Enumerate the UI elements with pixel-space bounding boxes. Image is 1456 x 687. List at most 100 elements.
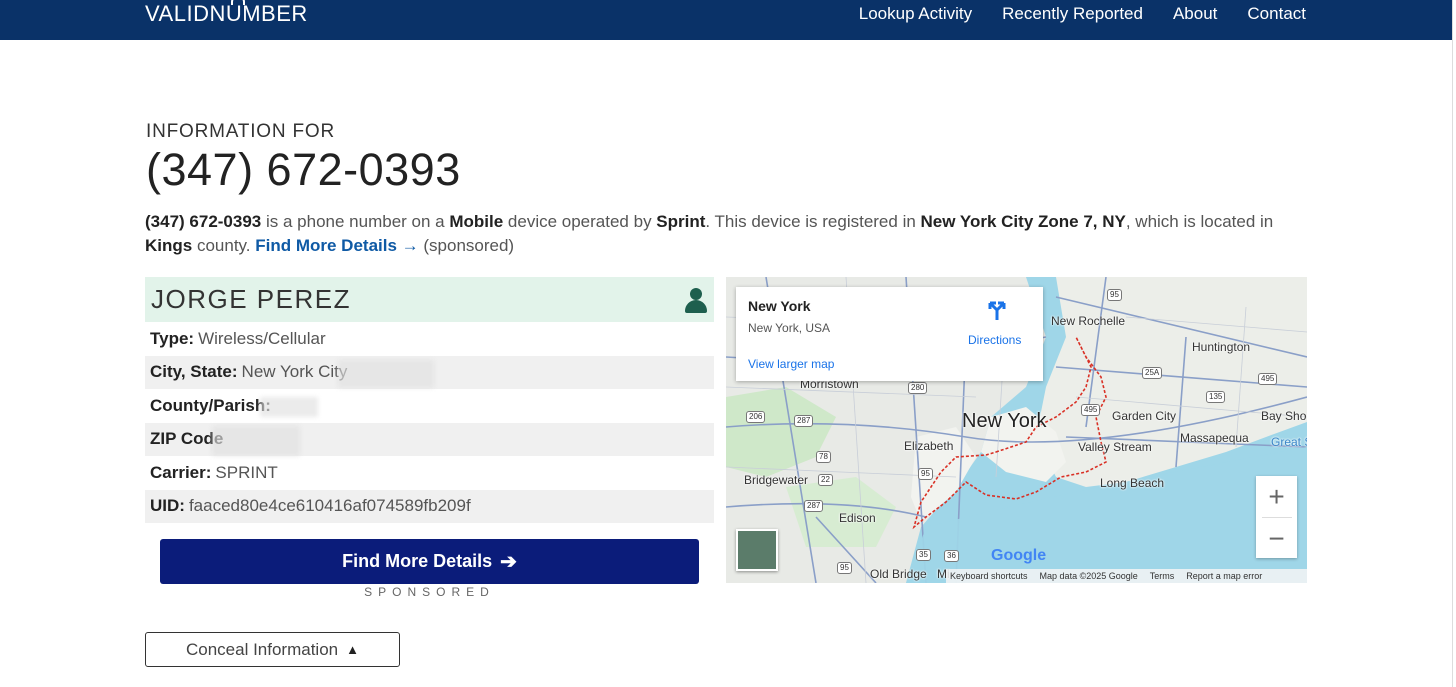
info-for-label: INFORMATION FOR: [146, 121, 335, 142]
redaction-blur: [212, 425, 300, 456]
nav-recently-reported[interactable]: Recently Reported: [1002, 4, 1143, 24]
desc-text: device operated by: [503, 212, 657, 231]
google-logo-text: Google: [991, 547, 1047, 564]
logo-ring-icon: [231, 0, 245, 5]
map-data-attribution: Map data ©2025 Google: [1039, 571, 1138, 581]
route-shield: 495: [1258, 373, 1278, 385]
route-shield: 36: [944, 550, 959, 562]
map-place-label: Bay Sho: [1261, 409, 1307, 423]
page-title-phone: (347) 672-0393: [146, 144, 461, 195]
owner-info-card: JORGE PEREZ Type: Wireless/Cellular City…: [145, 277, 714, 523]
nav-lookup-activity[interactable]: Lookup Activity: [859, 4, 972, 24]
route-shield: 287: [794, 415, 814, 427]
map-place-label: Edison: [839, 511, 876, 525]
route-shield: 280: [908, 382, 928, 394]
desc-text: county.: [192, 235, 256, 255]
find-more-details-button[interactable]: Find More Details ➔: [160, 539, 699, 584]
keyboard-shortcuts-link[interactable]: Keyboard shortcuts: [950, 571, 1028, 581]
row-value: Wireless/Cellular: [198, 328, 326, 348]
map-place-label: Great S: [1271, 435, 1307, 449]
nav-contact[interactable]: Contact: [1247, 4, 1306, 24]
popup-subtitle: New York, USA: [748, 321, 831, 335]
row-value: faaced80e4ce610416af074589fb209f: [188, 496, 471, 516]
route-shield: 95: [1107, 289, 1122, 301]
map-place-label: Valley Stream: [1078, 440, 1152, 454]
desc-device: Mobile: [449, 212, 504, 231]
row-label: City, State:: [150, 362, 238, 382]
sponsored-label: SPONSORED: [364, 585, 495, 599]
route-shield: 35: [916, 549, 931, 561]
zoom-in-button[interactable]: +: [1256, 476, 1297, 517]
directions-icon[interactable]: [986, 299, 1008, 321]
conceal-information-button[interactable]: Conceal Information ▲: [145, 632, 400, 667]
row-label: County/Parish:: [150, 395, 271, 415]
row-label: Carrier:: [150, 462, 212, 482]
page-right-border: [1452, 0, 1453, 687]
popup-title: New York: [748, 298, 811, 314]
card-header: JORGE PEREZ: [145, 277, 714, 322]
route-shield: 495: [1081, 404, 1101, 416]
route-shield: 287: [804, 500, 824, 512]
top-nav-bar: VALIDNUMBER Lookup Activity Recently Rep…: [0, 0, 1452, 40]
redaction-blur: [338, 359, 434, 388]
desc-text: , which is located in: [1125, 212, 1274, 231]
conceal-label: Conceal Information: [185, 639, 339, 659]
route-shield: 135: [1206, 391, 1226, 403]
google-logo: Google: [991, 547, 1046, 565]
map-place-label: Bridgewater: [744, 473, 809, 487]
info-row-carrier: Carrier: SPRINT: [145, 456, 714, 490]
find-more-details-link[interactable]: Find More Details: [255, 236, 397, 255]
map-place-label: Huntington: [1192, 340, 1251, 354]
map-label-new-york: New York: [962, 410, 1047, 432]
map-place-label: Elizabeth: [904, 439, 954, 453]
desc-text: is a phone number on a: [261, 212, 450, 231]
route-shield: 95: [837, 562, 852, 574]
map-place-label: Massapequa: [1180, 431, 1249, 445]
route-shield: 25A: [1142, 367, 1163, 379]
desc-text: . This device is registered in: [705, 212, 921, 231]
map-footer: Keyboard shortcuts Map data ©2025 Google…: [946, 569, 1307, 583]
row-value: SPRINT: [215, 462, 278, 482]
desc-phone: (347) 672-0393: [145, 212, 262, 231]
info-row-city-state: City, State: New York City: [145, 355, 714, 389]
report-map-error-link[interactable]: Report a map error: [1186, 571, 1262, 581]
map-place-label: Old Bridge: [870, 567, 927, 581]
map-place-label: Garden City: [1112, 409, 1177, 423]
desc-county: Kings: [145, 235, 193, 255]
desc-city: New York City Zone 7, NY: [920, 212, 1126, 231]
directions-link[interactable]: Directions: [968, 333, 1021, 347]
row-label: UID:: [150, 496, 185, 516]
route-shield: 95: [918, 468, 933, 480]
satellite-toggle[interactable]: [736, 529, 778, 571]
route-shield: 78: [816, 451, 831, 463]
cta-label: Find More Details: [342, 551, 493, 571]
info-row-uid: UID: faaced80e4ce610416af074589fb209f: [145, 489, 714, 523]
info-row-county: County/Parish:: [145, 389, 714, 423]
map-place-label: Long Beach: [1100, 476, 1165, 490]
info-row-zip: ZIP Code: [145, 422, 714, 456]
arrow-right-icon[interactable]: →: [402, 236, 419, 255]
map-place-popup: New York New York, USA Directions View l…: [736, 287, 1043, 381]
info-row-type: Type: Wireless/Cellular: [145, 322, 714, 356]
triangle-up-icon: ▲: [346, 642, 359, 657]
zoom-controls: + −: [1256, 476, 1297, 558]
person-icon: [684, 287, 708, 313]
arrow-right-icon: ➔: [500, 551, 517, 573]
redaction-blur: [260, 397, 318, 417]
sponsored-note: (sponsored): [418, 235, 515, 255]
site-logo[interactable]: VALIDNUMBER: [145, 0, 308, 27]
owner-name: JORGE PEREZ: [151, 284, 351, 314]
main-nav: Lookup Activity Recently Reported About …: [859, 4, 1306, 24]
number-description: (347) 672-0393 is a phone number on a Mo…: [145, 210, 1315, 257]
desc-carrier: Sprint: [656, 212, 706, 231]
view-larger-map-link[interactable]: View larger map: [748, 357, 834, 371]
terms-link[interactable]: Terms: [1150, 571, 1175, 581]
row-label: Type:: [150, 328, 195, 348]
google-map[interactable]: New York New Rochelle Huntington Morrist…: [726, 277, 1307, 583]
zoom-out-button[interactable]: −: [1256, 518, 1297, 559]
route-shield: 206: [746, 411, 766, 423]
nav-about[interactable]: About: [1173, 4, 1217, 24]
row-value: New York City: [241, 362, 348, 382]
map-place-label: New Rochelle: [1051, 314, 1126, 328]
route-shield: 22: [818, 474, 833, 486]
